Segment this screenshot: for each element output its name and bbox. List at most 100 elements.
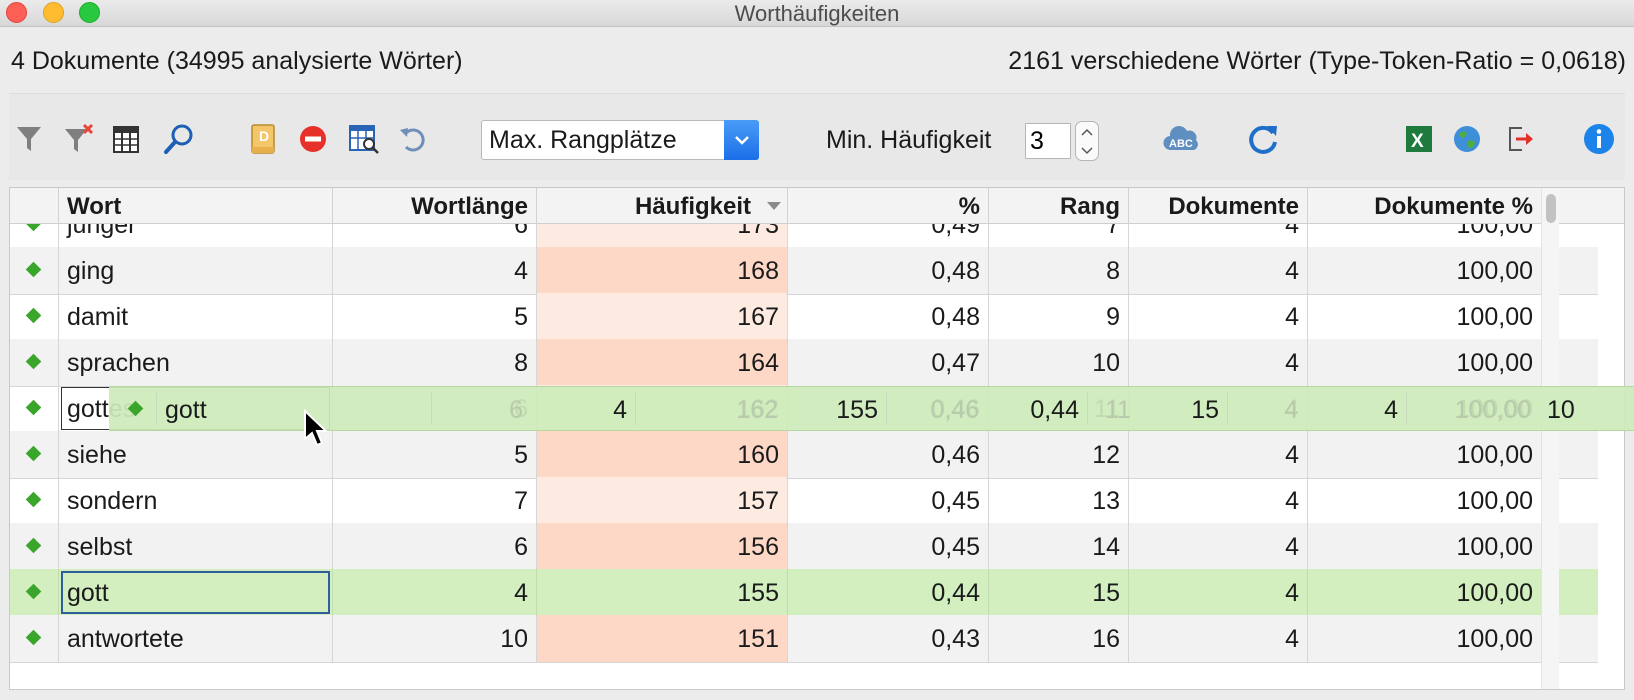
- table-row[interactable]: sondern 7 157 0,45 13 4 100,00: [10, 477, 1598, 525]
- exit-export-icon[interactable]: [1503, 122, 1537, 156]
- cell-text: 100,00: [1456, 257, 1533, 285]
- table-row[interactable]: sprachen 8 164 0,47 10 4 100,00: [10, 339, 1598, 387]
- scrollbar-thumb[interactable]: [1546, 194, 1556, 223]
- cell-text: 167: [737, 303, 779, 331]
- cell-rank: 8: [989, 247, 1129, 294]
- header-documents-percent[interactable]: Dokumente %: [1308, 188, 1541, 224]
- clear-filter-icon[interactable]: [62, 122, 96, 156]
- header-word[interactable]: Wort: [59, 188, 333, 224]
- cell-text: 0,48: [931, 303, 980, 331]
- word-status-icon: [25, 629, 42, 646]
- cell-word[interactable]: ging: [59, 247, 333, 294]
- table-search-icon[interactable]: [347, 122, 381, 156]
- cell-text: 155: [737, 579, 779, 607]
- cell-length: 6: [333, 523, 537, 570]
- cell-word[interactable]: siehe: [59, 431, 333, 478]
- cell-text: 100,00: [1456, 349, 1533, 377]
- cell-text: 0,47: [931, 349, 980, 377]
- cell-text: 10: [500, 625, 528, 653]
- cell-rank: 12: [989, 431, 1129, 478]
- cell-text: 4: [1285, 579, 1299, 607]
- cell-docs: 4: [1129, 477, 1308, 524]
- cell-text: 0,45: [931, 533, 980, 561]
- row-status-cell: [10, 615, 59, 662]
- word-status-icon: [25, 399, 42, 416]
- cell-word[interactable]: sondern: [59, 477, 333, 524]
- cell-text: 9: [1106, 303, 1120, 331]
- cell-pct: 0,47: [788, 339, 989, 386]
- header-documents[interactable]: Dokumente: [1129, 188, 1308, 224]
- cell-text: 164: [737, 349, 779, 377]
- cell-docs: 4: [1129, 431, 1308, 478]
- word-status-icon: [25, 537, 42, 554]
- cell-text: 151: [737, 625, 779, 653]
- cell-docs: 4: [1129, 523, 1308, 570]
- cell-text: 100,00: [1456, 579, 1533, 607]
- cell-word[interactable]: sprachen: [59, 339, 333, 386]
- word-status-icon: [25, 583, 42, 600]
- cell-text: 4: [514, 579, 528, 607]
- header-rank[interactable]: Rang: [989, 188, 1129, 224]
- chevron-down-icon[interactable]: [724, 120, 759, 160]
- cell-word[interactable]: antwortete: [59, 615, 333, 662]
- cell-pct: 0,45: [788, 523, 989, 570]
- undo-icon[interactable]: [396, 122, 430, 156]
- header-status[interactable]: [10, 188, 59, 224]
- drag-ghost-row: gott 6 4 162 155 0,46 0,44 11 15 4 4 100…: [109, 386, 1634, 431]
- cell-pct: 0,44: [788, 569, 989, 616]
- mouse-pointer-icon: [304, 409, 329, 447]
- cell-length: 10: [333, 615, 537, 662]
- max-rank-select-value: Max. Rangplätze: [489, 126, 677, 154]
- codebook-icon[interactable]: D: [246, 122, 280, 156]
- vertical-scrollbar[interactable]: [1541, 188, 1559, 689]
- columns-icon[interactable]: [109, 122, 143, 156]
- cell-rank: 13: [989, 477, 1129, 524]
- stop-icon[interactable]: [296, 122, 330, 156]
- excel-icon[interactable]: X: [1402, 122, 1436, 156]
- cell-docs: 4: [1129, 569, 1308, 616]
- web-export-icon[interactable]: [1450, 122, 1484, 156]
- cell-length: 7: [333, 477, 537, 524]
- table-row[interactable]: siehe 5 160 0,46 12 4 100,00: [10, 431, 1598, 479]
- cell-text: 10: [1092, 349, 1120, 377]
- table-row[interactable]: gott 4 155 0,44 15 4 100,00: [10, 569, 1598, 617]
- cell-word[interactable]: gott: [59, 569, 333, 616]
- ghost-documents-percent: 10: [1547, 396, 1575, 424]
- cell-docs-pct: 100,00: [1308, 247, 1541, 294]
- cell-text: 8: [514, 349, 528, 377]
- word-cell-focus-ring: [61, 571, 330, 614]
- cell-docs: 4: [1129, 293, 1308, 340]
- cell-text: 4: [1285, 257, 1299, 285]
- header-frequency[interactable]: Häufigkeit: [537, 188, 788, 224]
- cell-text: damit: [67, 303, 129, 331]
- min-frequency-input[interactable]: [1025, 123, 1071, 159]
- word-status-icon: [25, 261, 42, 278]
- cell-length: 4: [333, 569, 537, 616]
- table-row[interactable]: ging 4 168 0,48 8 4 100,00: [10, 247, 1598, 295]
- cell-text: 6: [514, 533, 528, 561]
- filter-icon[interactable]: [12, 122, 46, 156]
- cell-text: sondern: [67, 487, 158, 515]
- cell-docs-pct: 100,00: [1308, 615, 1541, 662]
- header-percent[interactable]: %: [788, 188, 989, 224]
- cell-text: 100,00: [1456, 487, 1533, 515]
- svg-text:D: D: [259, 128, 269, 144]
- cell-length: 5: [333, 431, 537, 478]
- cell-docs: 4: [1129, 615, 1308, 662]
- cell-text: 5: [514, 303, 528, 331]
- info-icon[interactable]: [1582, 122, 1616, 156]
- search-icon[interactable]: [162, 122, 196, 156]
- table-row[interactable]: antwortete 10 151 0,43 16 4 100,00: [10, 615, 1598, 663]
- header-word-length[interactable]: Wortlänge: [333, 188, 537, 224]
- cell-freq: 164: [537, 339, 788, 386]
- cell-word[interactable]: damit: [59, 293, 333, 340]
- cell-freq: 168: [537, 247, 788, 294]
- cell-text: 4: [1285, 441, 1299, 469]
- refresh-icon[interactable]: [1246, 122, 1280, 156]
- spellcheck-cloud-icon[interactable]: ABC: [1162, 122, 1202, 156]
- table-row[interactable]: damit 5 167 0,48 9 4 100,00: [10, 293, 1598, 341]
- table-row[interactable]: selbst 6 156 0,45 14 4 100,00: [10, 523, 1598, 571]
- min-frequency-stepper[interactable]: [1075, 121, 1099, 161]
- cell-word[interactable]: selbst: [59, 523, 333, 570]
- max-rank-select[interactable]: Max. Rangplätze: [481, 120, 759, 160]
